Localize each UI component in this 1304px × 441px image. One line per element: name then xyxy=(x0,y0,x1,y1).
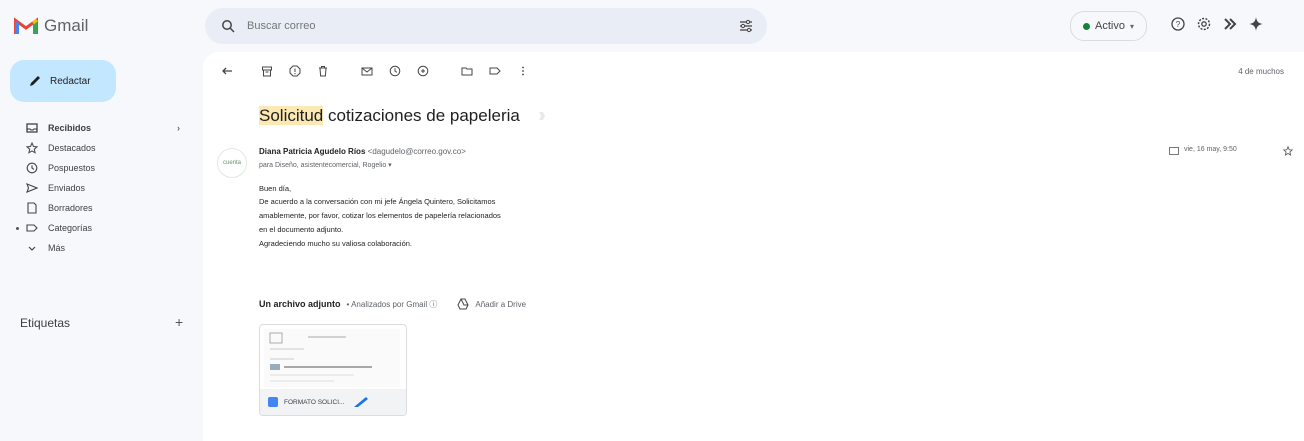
sidebar-item-label: Borradores xyxy=(48,203,93,213)
scanned-note[interactable]: • Analizados por Gmail ⓘ xyxy=(347,299,438,310)
sender-email: <dagudelo@correo.gov.co> xyxy=(367,147,466,156)
back-arrow-icon[interactable] xyxy=(221,65,233,77)
body-line: amablemente, por favor, cotizar los elem… xyxy=(259,211,501,220)
sidebar-item-label: Destacados xyxy=(48,143,96,153)
compose-button[interactable]: Redactar xyxy=(10,60,116,102)
sidebar-item-label: Pospuestos xyxy=(48,163,96,173)
sidebar-item-inbox[interactable]: Recibidos › xyxy=(0,118,200,138)
app-name: Gmail xyxy=(44,16,89,35)
svg-text:?: ? xyxy=(1176,20,1181,29)
search-input[interactable] xyxy=(245,19,719,33)
more-options-icon[interactable] xyxy=(517,65,529,77)
body-line: De acuerdo a la conversación con mi jefe… xyxy=(259,197,496,206)
add-label-button[interactable]: + xyxy=(175,314,183,330)
drive-icon[interactable] xyxy=(457,298,469,310)
email-date: vie, 16 may, 9:50 xyxy=(1184,146,1237,153)
sidebar-item-label: Más xyxy=(48,243,66,253)
chevron-down-icon: ▾ xyxy=(1129,21,1134,31)
message-toolbar: 4 de muchos xyxy=(203,52,1304,90)
body-line: en el documento adjunto. xyxy=(259,225,344,234)
mark-unread-icon[interactable] xyxy=(361,65,373,77)
attachment-file-name: FORMATO SOLICI... xyxy=(284,398,345,406)
document-file-icon xyxy=(268,397,278,407)
important-marker-icon[interactable] xyxy=(538,111,546,121)
clock-icon xyxy=(26,162,38,174)
status-dot xyxy=(1083,22,1090,30)
attachments-count: Un archivo adjunto xyxy=(259,299,341,309)
sender-name: Diana Patricia Agudelo Ríos xyxy=(259,147,366,156)
report-spam-icon[interactable] xyxy=(289,65,301,77)
subject-rest: cotizaciones de papeleria xyxy=(323,106,520,125)
labels-header: Etiquetas xyxy=(20,316,71,330)
star-icon xyxy=(26,142,38,154)
add-task-icon[interactable] xyxy=(417,65,429,77)
avatar[interactable]: cuenta xyxy=(217,148,247,178)
message-view: 4 de muchos Solicitud cotizaciones de pa… xyxy=(203,52,1304,441)
body-line: Agradeciendo mucho su valiosa colaboraci… xyxy=(259,239,413,248)
label-icon[interactable] xyxy=(489,65,501,77)
archive-icon[interactable] xyxy=(261,65,273,77)
sidebar-item-label: Categorías xyxy=(48,223,93,233)
inbox-icon xyxy=(26,123,38,133)
gmail-m-icon xyxy=(14,17,38,34)
edit-with-icon[interactable] xyxy=(352,395,370,409)
attachment-footer: FORMATO SOLICI... xyxy=(260,389,406,415)
subject-highlight: Solicitud xyxy=(259,106,324,125)
recipients[interactable]: para Diseño, asistentecomercial, Rogelio… xyxy=(259,161,392,169)
move-to-icon[interactable] xyxy=(461,65,473,77)
settings-icon[interactable] xyxy=(1194,14,1214,34)
sender-line[interactable]: Diana Patricia Agudelo Ríos <dagudelo@co… xyxy=(259,147,466,156)
pager-text: 4 de muchos xyxy=(1238,67,1284,76)
body-line: Buen día, xyxy=(259,184,292,193)
avatar-text: cuenta xyxy=(222,160,241,166)
chevron-right-icon: › xyxy=(177,123,180,133)
top-bar: Gmail Activo ▾ ? xyxy=(0,0,1304,52)
help-icon[interactable]: ? xyxy=(1168,14,1188,34)
sidebar-item-starred[interactable]: Destacados xyxy=(0,138,200,158)
document-preview-icon xyxy=(269,332,372,382)
status-button[interactable]: Activo ▾ xyxy=(1070,11,1147,41)
compose-label: Redactar xyxy=(50,75,91,87)
label-icon xyxy=(26,224,38,232)
sidebar-item-snoozed[interactable]: Pospuestos xyxy=(0,158,200,178)
sidebar-item-label: Enviados xyxy=(48,183,86,193)
sidebar-item-categories[interactable]: Categorías xyxy=(0,218,200,238)
draft-icon xyxy=(27,202,37,214)
sidebar-item-more[interactable]: Más xyxy=(0,238,200,258)
attachment-card[interactable]: FORMATO SOLICI... xyxy=(259,324,407,416)
attachment-clip-icon xyxy=(1169,147,1179,155)
apps-icon[interactable] xyxy=(1220,14,1240,34)
search-bar[interactable] xyxy=(205,8,767,44)
search-options-icon[interactable] xyxy=(739,19,753,33)
gemini-icon[interactable] xyxy=(1246,14,1266,34)
attachments-header: Un archivo adjunto • Analizados por Gmai… xyxy=(259,298,526,310)
attachment-preview xyxy=(264,329,400,387)
add-to-drive-button[interactable]: Añadir a Drive xyxy=(475,300,526,309)
star-icon[interactable] xyxy=(1283,146,1293,156)
send-icon xyxy=(26,183,38,193)
status-label: Activo xyxy=(1095,20,1125,32)
search-icon[interactable] xyxy=(221,19,235,33)
sidebar-item-label: Recibidos xyxy=(48,123,92,133)
snooze-icon[interactable] xyxy=(389,65,401,77)
sidebar-item-sent[interactable]: Enviados xyxy=(0,178,200,198)
nav-list: Recibidos › Destacados Pospuestos Enviad… xyxy=(0,118,200,258)
chevron-down-icon xyxy=(28,246,36,251)
email-subject: Solicitud cotizaciones de papeleria xyxy=(259,106,520,126)
delete-icon[interactable] xyxy=(317,65,329,77)
expand-bullet-icon xyxy=(16,227,19,230)
sidebar: Redactar Recibidos › Destacados Pospuest… xyxy=(0,52,200,441)
pencil-icon xyxy=(30,76,40,86)
sidebar-item-drafts[interactable]: Borradores xyxy=(0,198,200,218)
gmail-logo[interactable]: Gmail xyxy=(14,16,88,36)
